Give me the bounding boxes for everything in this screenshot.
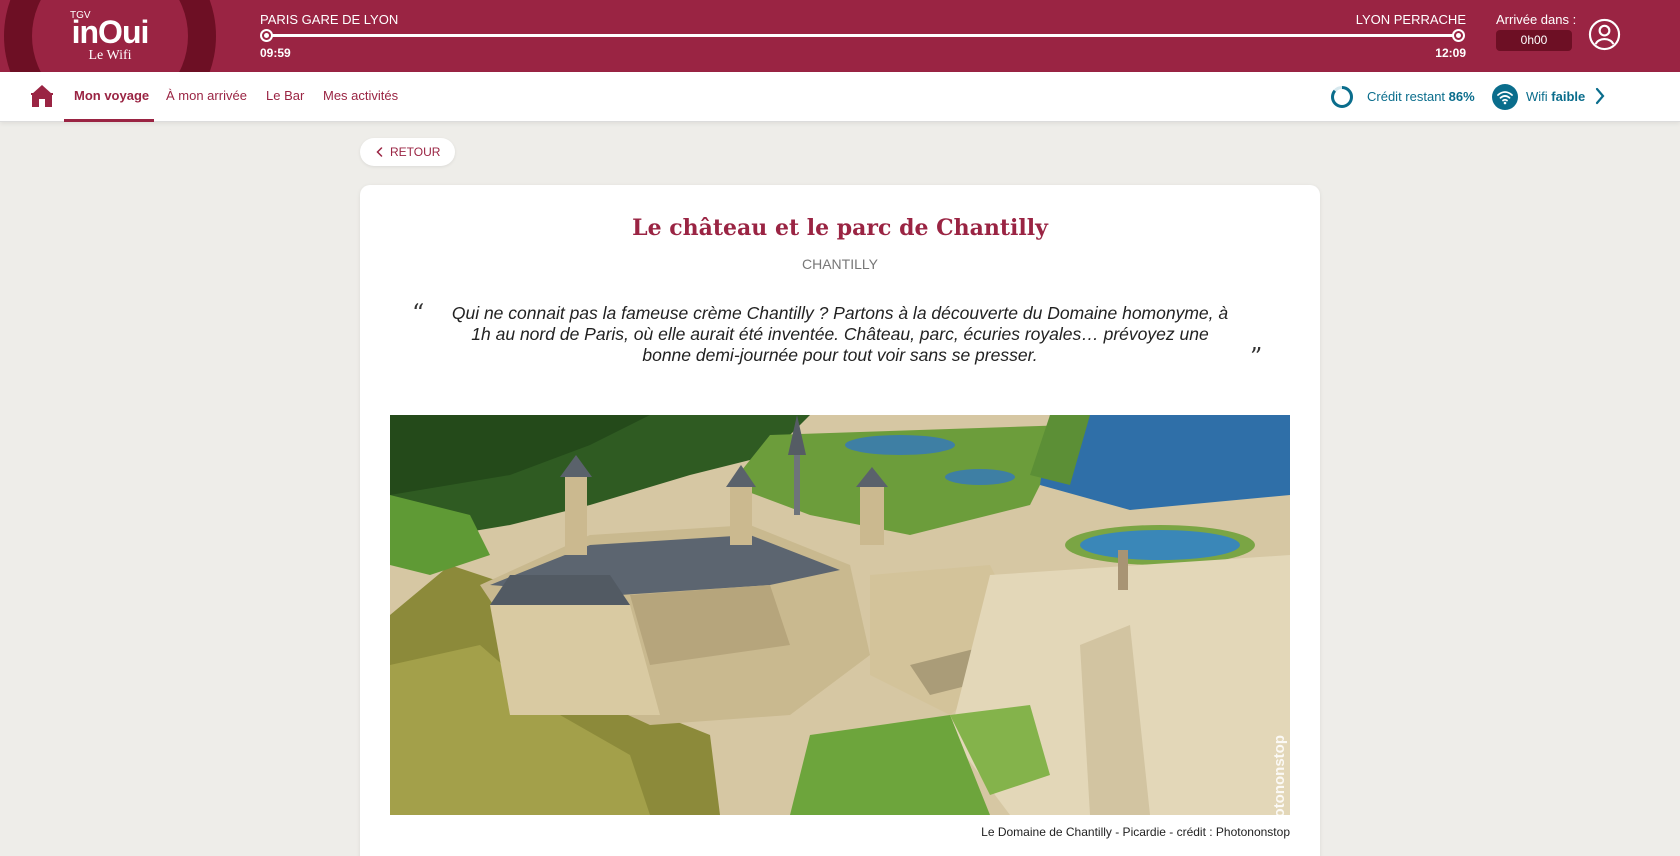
arrival-countdown-label: Arrivée dans : xyxy=(1496,12,1577,27)
credit-label: Crédit restant xyxy=(1367,89,1446,104)
arrival-time: 12:09 xyxy=(1435,46,1466,60)
arrival-station: LYON PERRACHE xyxy=(1355,12,1466,27)
journey-progress-fill xyxy=(266,34,1458,37)
back-button[interactable]: RETOUR xyxy=(360,138,455,166)
chateau-photo: photononstop xyxy=(390,415,1290,815)
article-intro-quote: Qui ne connait pas la fameuse crème Chan… xyxy=(451,303,1229,365)
credit-remaining[interactable]: Crédit restant 86% xyxy=(1367,89,1475,104)
departure-station: PARIS GARE DE LYON xyxy=(260,12,399,27)
home-icon[interactable] xyxy=(31,84,53,108)
article-card: Le château et le parc de Chantilly CHANT… xyxy=(360,185,1320,856)
tab-mes-activites[interactable]: Mes activités xyxy=(323,88,398,122)
quote-close-mark: ” xyxy=(1250,343,1263,371)
article-location: CHANTILLY xyxy=(802,256,878,272)
journey-progress-bar xyxy=(266,34,1458,37)
quote-open-mark: “ xyxy=(412,299,425,327)
departure-marker xyxy=(260,29,273,42)
chateau-illustration xyxy=(390,415,1290,815)
tab-le-bar[interactable]: Le Bar xyxy=(266,88,304,122)
tgv-inoui-logo[interactable]: TGV inOui Le Wifi xyxy=(60,8,160,66)
main-nav: Mon voyage À mon arrivée Le Bar Mes acti… xyxy=(0,72,1680,122)
active-tab-indicator xyxy=(64,119,154,122)
wifi-level: faible xyxy=(1551,89,1586,104)
tab-a-mon-arrivee[interactable]: À mon arrivée xyxy=(166,88,247,122)
arrival-marker xyxy=(1452,29,1465,42)
wifi-badge[interactable] xyxy=(1492,84,1518,110)
logo-wifi-text: Le Wifi xyxy=(88,48,132,63)
user-circle-icon[interactable] xyxy=(1588,18,1621,51)
arrival-countdown-value: 0h00 xyxy=(1496,30,1572,51)
top-header: TGV inOui Le Wifi PARIS GARE DE LYON LYO… xyxy=(0,0,1680,72)
credit-gauge-icon xyxy=(1331,86,1353,108)
photo-watermark: photononstop xyxy=(1271,735,1288,815)
logo-inoui-text: inOui xyxy=(71,14,150,50)
wifi-icon xyxy=(1497,91,1513,105)
departure-time: 09:59 xyxy=(260,46,291,60)
article-title: Le château et le parc de Chantilly xyxy=(632,215,1048,241)
back-button-label: RETOUR xyxy=(390,145,441,159)
credit-value: 86% xyxy=(1448,89,1475,104)
chevron-left-icon xyxy=(376,147,383,157)
tab-mon-voyage[interactable]: Mon voyage xyxy=(74,88,149,122)
chevron-right-icon[interactable] xyxy=(1594,86,1606,106)
wifi-label: Wifi xyxy=(1526,89,1548,104)
photo-caption: Le Domaine de Chantilly - Picardie - cré… xyxy=(981,825,1290,839)
wifi-status[interactable]: Wifi faible xyxy=(1526,89,1585,104)
